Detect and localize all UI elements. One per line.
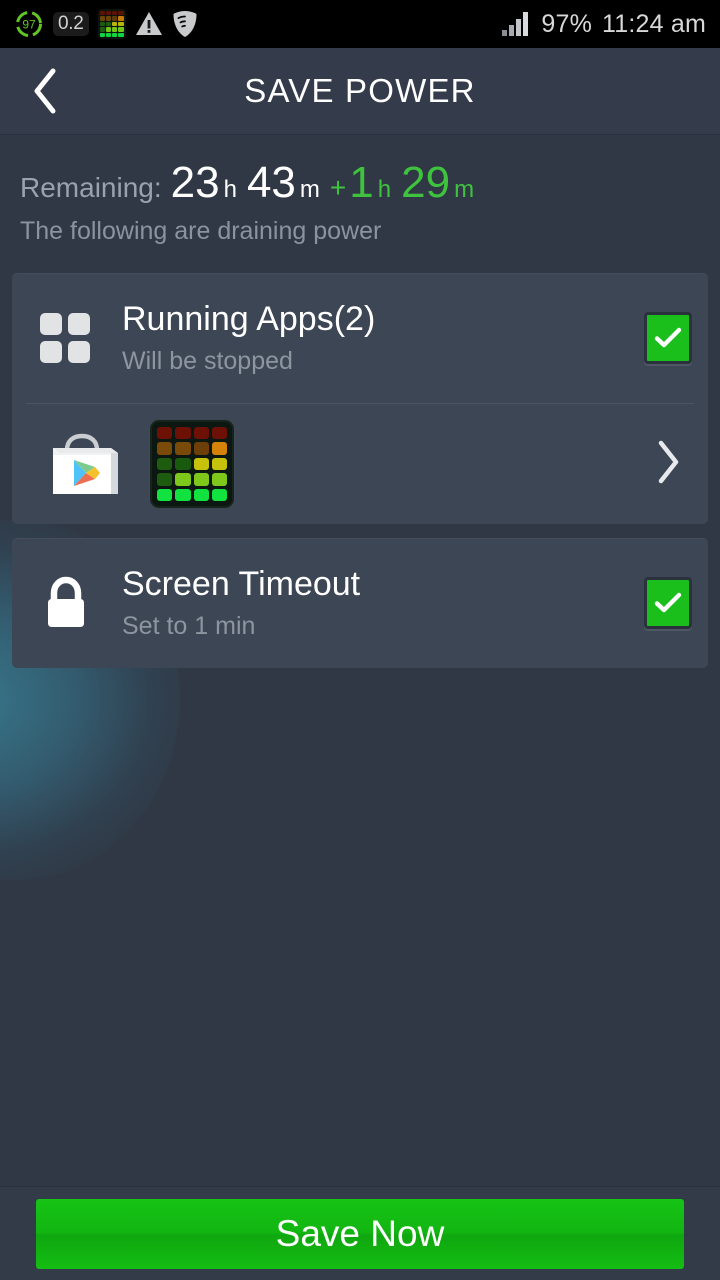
cpu-grid-icon-cell [118, 16, 124, 21]
chevron-right-icon[interactable] [654, 439, 690, 490]
cpu-grid-icon-cell [112, 16, 118, 21]
remaining-hours-unit: h [223, 176, 237, 203]
remaining-hours: 23 [170, 158, 220, 207]
cpu-grid-icon-cell [112, 11, 118, 16]
gain-hours: 1 [349, 158, 374, 207]
draining-note: The following are draining power [20, 217, 382, 245]
bottom-action-bar: Save Now [0, 1186, 720, 1280]
cpu-grid-icon-cell [112, 32, 118, 37]
cpu-monitor-icon-cell [193, 488, 209, 501]
apps-grid-icon [40, 313, 90, 363]
status-bar-right-icons: 97% 11:24 am [501, 11, 706, 37]
cpu-monitor-icon-cell [211, 488, 227, 501]
page-title: SAVE POWER [244, 72, 476, 109]
cpu-monitor-icon-cell [193, 442, 209, 455]
cpu-monitor-icon-cell [175, 427, 191, 440]
play-store-glyph [40, 422, 124, 506]
back-button[interactable] [0, 48, 90, 135]
cpu-grid-icon-cell [99, 27, 105, 32]
running-apps-icon-wrap [40, 313, 114, 363]
cpu-monitor-icon-cell [157, 457, 173, 471]
running-apps-title: Running Apps(2) [122, 299, 376, 338]
signal-bars-icon [501, 11, 531, 37]
cpu-grid-icon-cell [118, 27, 124, 32]
cpu-monitor-icon-cell [157, 488, 173, 501]
running-apps-row[interactable]: Running Apps(2) Will be stopped [12, 273, 708, 403]
cpu-grid-icon-cell [118, 32, 124, 37]
cpu-grid-icon-cell [105, 32, 112, 37]
back-chevron-icon [30, 67, 60, 115]
cpu-grid-icon-cell [105, 21, 112, 27]
gain-hours-unit: h [377, 176, 392, 203]
status-bar-left-icons: 97 0.2 [14, 9, 198, 39]
remaining-label: Remaining: [20, 172, 162, 203]
shield-icon [172, 10, 198, 38]
play-store-icon [40, 422, 124, 506]
cpu-monitor-icon-cell [211, 442, 227, 455]
app-bar: SAVE POWER [0, 48, 720, 135]
cpu-monitor-icon-cell [193, 427, 209, 440]
remaining-minutes-unit: m [299, 176, 320, 203]
screen-timeout-row[interactable]: Screen Timeout Set to 1 min [12, 538, 708, 668]
battery-ring-value: 97 [22, 18, 36, 32]
clock-label: 11:24 am [602, 9, 706, 38]
running-apps-list-row[interactable] [12, 404, 708, 524]
cpu-monitor-icon-cell [175, 488, 191, 501]
gain-minutes: 29 [401, 158, 451, 207]
cpu-monitor-icon-cell [157, 473, 173, 486]
lock-icon [40, 576, 92, 630]
checkmark-icon [653, 326, 683, 350]
battery-ring-icon: 97 [14, 9, 44, 39]
running-apps-checkbox[interactable] [644, 312, 692, 364]
checkmark-icon [653, 591, 683, 615]
screen-timeout-subtitle: Set to 1 min [122, 612, 256, 641]
screen-timeout-icon-wrap [40, 576, 114, 630]
cpu-grid-icon-cell [99, 21, 105, 27]
cpu-monitor-icon [150, 420, 234, 508]
cpu-grid-icon-cell [105, 16, 112, 21]
remaining-time-row: Remaining: 23 h 43 m + 1 h 29 m [0, 135, 720, 205]
cpu-grid-icon-cell [105, 11, 112, 16]
running-apps-subtitle: Will be stopped [122, 347, 293, 376]
gain-plus-sign: + [329, 172, 347, 203]
screen-timeout-card: Screen Timeout Set to 1 min [12, 538, 708, 668]
warning-triangle-icon [135, 11, 163, 37]
screen-timeout-title: Screen Timeout [122, 564, 361, 603]
cpu-grid-icon-cell [118, 11, 124, 16]
load-badge: 0.2 [53, 12, 89, 36]
cpu-monitor-icon-cell [211, 457, 227, 471]
cpu-grid-icon-cell [112, 27, 118, 32]
cpu-monitor-icon-cell [175, 442, 191, 455]
status-bar: 97 0.2 97% 11:24 am [0, 0, 720, 48]
cpu-monitor-icon-cell [157, 442, 173, 455]
save-now-button[interactable]: Save Now [36, 1198, 684, 1269]
cpu-grid-icon-cell [99, 11, 105, 16]
cpu-grid-icon-cell [118, 21, 124, 27]
cpu-monitor-icon-cell [211, 473, 227, 486]
remaining-minutes: 43 [246, 158, 296, 207]
screen-timeout-text: Screen Timeout Set to 1 min [114, 565, 644, 641]
save-power-screen: 97 0.2 97% 11:24 am SAVE POWER Remaining… [0, 0, 720, 1280]
cpu-grid-icon-cell [105, 27, 112, 32]
gain-minutes-unit: m [454, 176, 475, 203]
screen-timeout-checkbox[interactable] [644, 577, 692, 629]
running-apps-card: Running Apps(2) Will be stopped [12, 273, 708, 524]
cpu-monitor-icon-cell [157, 427, 173, 440]
cpu-grid-icon-cell [99, 16, 105, 21]
cpu-grid-icon [97, 9, 126, 39]
cpu-monitor-icon-cell [193, 473, 209, 486]
cpu-monitor-icon-cell [175, 473, 191, 486]
cpu-grid-icon-cell [99, 32, 105, 37]
cpu-grid-icon-cell [112, 21, 118, 27]
cpu-monitor-icon-cell [193, 457, 209, 471]
cpu-monitor-icon-cell [211, 427, 227, 440]
running-apps-text: Running Apps(2) Will be stopped [114, 300, 644, 376]
cpu-monitor-icon-cell [175, 457, 191, 471]
battery-percent-label: 97% [541, 9, 593, 38]
